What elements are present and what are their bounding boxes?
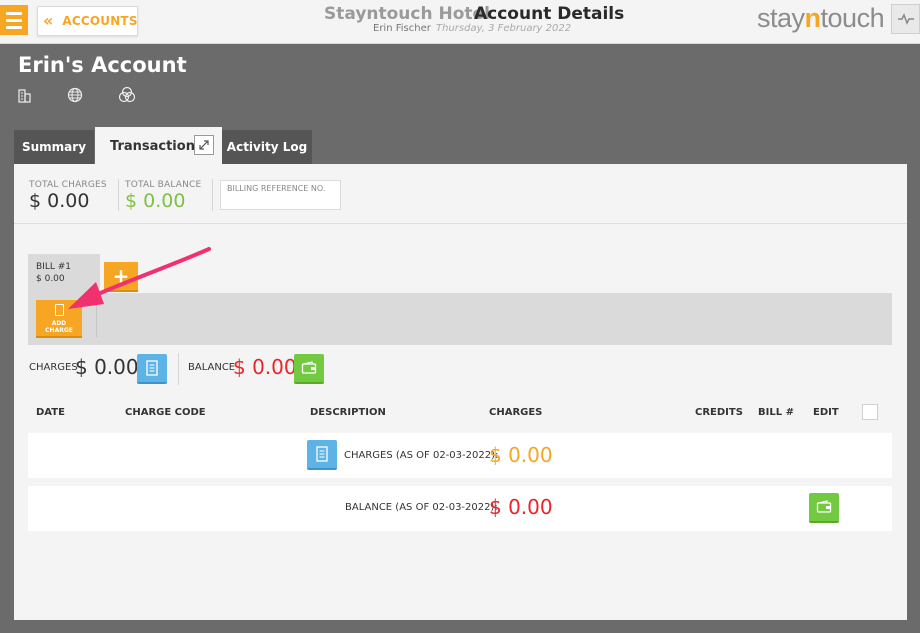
add-bill-button[interactable]: +	[104, 262, 138, 292]
bill-amount: $ 0.00	[36, 274, 65, 284]
receipt-icon	[146, 360, 158, 376]
business-date: Thursday, 3 February 2022	[436, 23, 572, 34]
balance-as-of-label: BALANCE (AS OF 02-03-2022):	[345, 502, 498, 513]
top-bar: « ACCOUNTS Stayntouch Hotel Account Deta…	[0, 0, 920, 44]
column-header-date: DATE	[36, 407, 65, 418]
user-name: Erin Fischer	[373, 23, 431, 34]
divider	[178, 353, 179, 385]
column-header-edit: EDIT	[813, 407, 839, 418]
balance-value: $ 0.00	[233, 355, 297, 379]
tab-summary[interactable]: Summary	[14, 130, 94, 164]
add-charge-label: ADD CHARGE	[45, 320, 73, 334]
bill-name: BILL #1	[36, 262, 71, 272]
charges-as-of-value: $ 0.00	[489, 443, 553, 467]
bill-toolbar	[28, 293, 892, 345]
double-chevron-left-icon: «	[43, 11, 54, 30]
receipt-icon	[54, 304, 64, 316]
charges-value: $ 0.00	[75, 355, 139, 379]
expand-icon[interactable]	[194, 135, 214, 155]
column-header-charges: CHARGES	[489, 407, 543, 418]
total-charges-value: $ 0.00	[29, 190, 90, 212]
charges-receipt-button[interactable]	[137, 354, 167, 384]
column-header-bill-number: BILL #	[758, 407, 794, 418]
charges-receipt-button[interactable]	[307, 440, 337, 470]
hotel-name: Stayntouch Hotel	[324, 4, 490, 24]
account-summary-row: TOTAL CHARGES $ 0.00 TOTAL BALANCE $ 0.0…	[14, 164, 907, 224]
accounts-back-button[interactable]: « ACCOUNTS	[37, 6, 138, 36]
divider	[118, 179, 119, 211]
column-header-charge-code: CHARGE CODE	[125, 407, 206, 418]
billing-reference-input[interactable]: BILLING REFERENCE NO.	[220, 180, 341, 210]
balance-wallet-button[interactable]	[294, 354, 324, 384]
circles-icon[interactable]	[118, 86, 136, 104]
add-charge-button[interactable]: ADD CHARGE	[36, 300, 82, 338]
menu-icon[interactable]	[0, 5, 28, 35]
balance-wallet-button[interactable]	[809, 493, 839, 523]
tab-activity-log[interactable]: Activity Log	[222, 130, 312, 164]
charges-label: CHARGES	[29, 362, 78, 373]
select-all-checkbox[interactable]	[862, 404, 878, 420]
column-header-credits: CREDITS	[695, 407, 743, 418]
table-row: CHARGES (AS OF 02-03-2022): $ 0.00	[28, 433, 892, 478]
total-balance-label: TOTAL BALANCE	[125, 180, 202, 190]
divider	[212, 179, 213, 211]
wallet-icon	[816, 500, 832, 513]
tab-transactions[interactable]: Transactions	[95, 127, 222, 165]
globe-icon[interactable]	[66, 86, 84, 104]
total-charges-label: TOTAL CHARGES	[29, 180, 107, 190]
activity-icon[interactable]	[891, 4, 920, 34]
table-row: BALANCE (AS OF 02-03-2022): $ 0.00	[28, 486, 892, 531]
column-header-description: DESCRIPTION	[310, 407, 386, 418]
wallet-icon	[301, 361, 317, 374]
page-title: Account Details	[474, 4, 625, 24]
building-icon[interactable]	[16, 86, 34, 104]
bill-tab-1[interactable]: BILL #1 $ 0.00	[28, 254, 100, 294]
total-balance-value: $ 0.00	[125, 190, 186, 212]
accounts-back-label: ACCOUNTS	[62, 14, 138, 28]
stayntouch-logo: stayntouch	[757, 3, 885, 33]
balance-label: BALANCE	[188, 362, 236, 373]
receipt-icon	[316, 446, 328, 462]
transactions-panel: TOTAL CHARGES $ 0.00 TOTAL BALANCE $ 0.0…	[14, 164, 907, 620]
balance-as-of-value: $ 0.00	[489, 495, 553, 519]
charges-as-of-label: CHARGES (AS OF 02-03-2022):	[344, 450, 499, 461]
account-title: Erin's Account	[18, 53, 187, 77]
